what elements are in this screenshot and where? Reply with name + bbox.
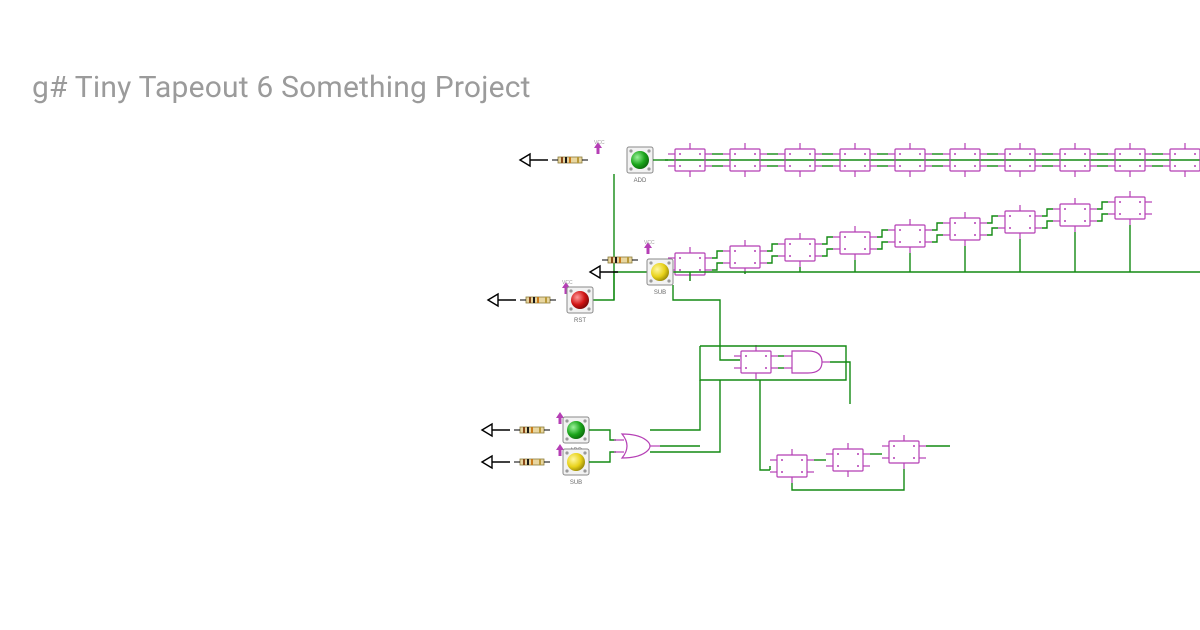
chip-b2 <box>882 435 926 469</box>
svg-text:VCC: VCC <box>562 280 573 286</box>
sub2-button-label: SUB <box>570 480 582 486</box>
add-button-label: ADD <box>634 178 647 184</box>
add2-output-port <box>482 412 564 436</box>
chip-mini <box>734 345 778 379</box>
add2-button[interactable]: ADD <box>563 417 589 454</box>
chip-mid-6 <box>998 205 1042 239</box>
led-green-icon <box>631 151 649 169</box>
chip-mid-1 <box>723 240 767 274</box>
chip-b1 <box>826 443 870 477</box>
led-yellow-icon <box>651 263 669 281</box>
sub2-output-port <box>482 444 564 468</box>
chip-mid-8 <box>1108 191 1152 225</box>
and-gate <box>784 351 830 373</box>
vcc-label: VCC <box>594 140 605 146</box>
rst-output-port: VCC <box>488 280 573 306</box>
add-button[interactable]: ADD <box>627 147 653 184</box>
or-gate <box>589 430 700 462</box>
sub-button[interactable]: SUB <box>647 259 673 296</box>
led-yellow-icon <box>567 453 585 471</box>
svg-text:VCC: VCC <box>644 240 655 246</box>
chip-mid-3 <box>833 226 877 260</box>
chip-mid-4 <box>888 219 932 253</box>
chip-mid-2 <box>778 233 822 267</box>
chip-mid-5 <box>943 212 987 246</box>
rst-button-label: RST <box>574 318 586 324</box>
sub-button-label: SUB <box>654 290 666 296</box>
chip-mid-7 <box>1053 198 1097 232</box>
chip-b0 <box>770 449 814 483</box>
row-bottom-chips <box>770 435 950 490</box>
row-add-chain <box>665 143 1200 177</box>
led-green-icon <box>567 421 585 439</box>
schematic-canvas: VCC ADD VCC SUB VCC RST <box>0 0 1200 630</box>
sub2-button[interactable]: SUB <box>563 449 589 486</box>
row-sub-stairs <box>668 191 1152 281</box>
rst-button[interactable]: RST <box>567 287 593 324</box>
mini-block <box>700 345 850 404</box>
led-red-icon <box>571 291 589 309</box>
add-output-port: VCC <box>520 140 605 166</box>
